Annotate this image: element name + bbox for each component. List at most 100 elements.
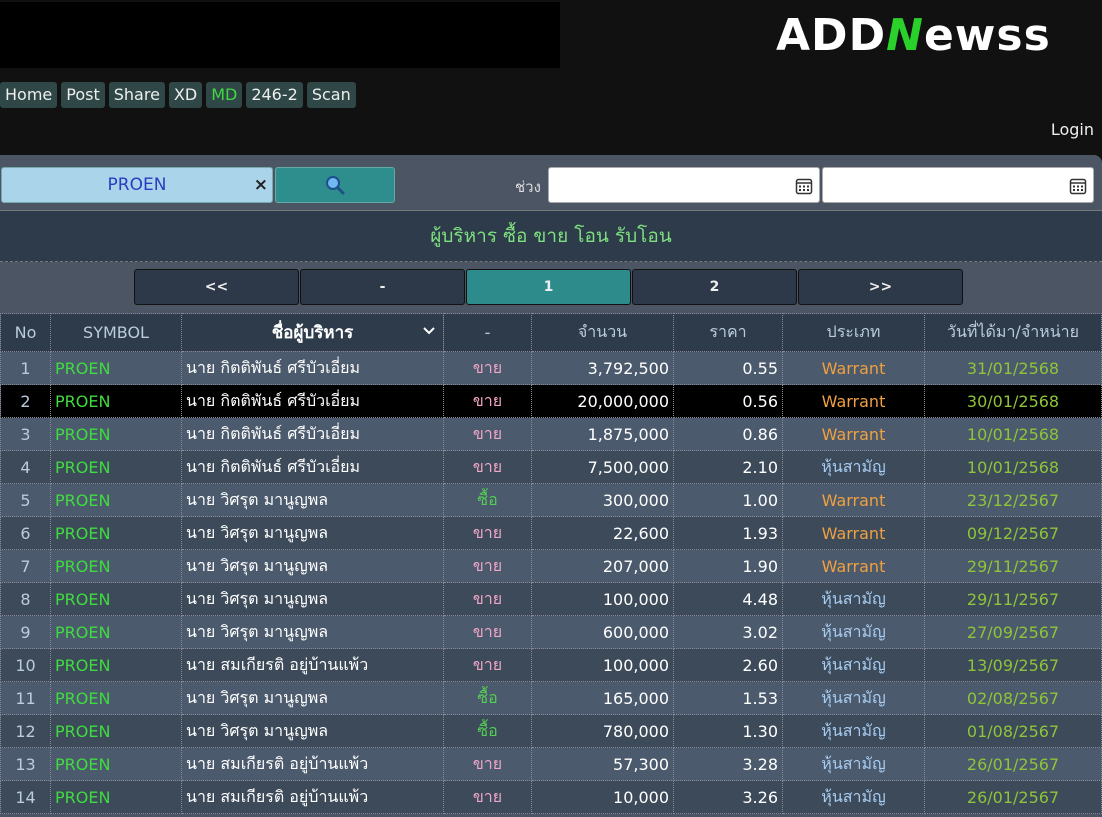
- clear-icon[interactable]: ×: [254, 175, 268, 195]
- row-type: หุ้นสามัญ: [782, 714, 925, 748]
- nav-xd[interactable]: XD: [168, 82, 203, 108]
- row-amount: 780,000: [531, 714, 674, 748]
- nav-md[interactable]: MD: [206, 82, 243, 108]
- row-executive-name: นาย กิตติพันธ์ ศรีบัวเอี่ยม: [181, 351, 444, 385]
- row-executive-name: นาย กิตติพันธ์ ศรีบัวเอี่ยม: [181, 450, 444, 484]
- row-no: 9: [0, 615, 51, 649]
- row-executive-name: นาย วิศรุต มานูญพล: [181, 549, 444, 583]
- search-value: PROEN: [107, 175, 167, 195]
- pager-page-2[interactable]: 2: [632, 269, 797, 305]
- table-row[interactable]: 11 PROEN นาย วิศรุต มานูญพล ซื้อ 165,000 1.53…: [0, 681, 1102, 715]
- row-type: หุ้นสามัญ: [782, 450, 925, 484]
- nav-share[interactable]: Share: [108, 82, 165, 108]
- nav-scan[interactable]: Scan: [306, 82, 356, 108]
- row-date: 27/09/2567: [924, 615, 1102, 649]
- row-price: 1.53: [673, 681, 783, 715]
- row-symbol: PROEN: [50, 714, 182, 748]
- row-action: ขาย: [443, 747, 532, 781]
- nav-246-2[interactable]: 246-2: [246, 82, 303, 108]
- row-action: ซื้อ: [443, 483, 532, 517]
- table-row[interactable]: 6 PROEN นาย วิศรุต มานูญพล ขาย 22,600 1.93 War…: [0, 516, 1102, 550]
- row-symbol: PROEN: [50, 747, 182, 781]
- row-type: Warrant: [782, 483, 925, 517]
- row-executive-name: นาย วิศรุต มานูญพล: [181, 516, 444, 550]
- col-action: -: [443, 313, 532, 352]
- table-row[interactable]: 9 PROEN นาย วิศรุต มานูญพล ขาย 600,000 3.02 หุ…: [0, 615, 1102, 649]
- table-row[interactable]: 1 PROEN นาย กิตติพันธ์ ศรีบัวเอี่ยม ขาย 3,79…: [0, 351, 1102, 385]
- table-row[interactable]: 10 PROEN นาย สมเกียรติ อยู่บ้านแพ้ว ขาย 100,…: [0, 648, 1102, 682]
- table-row[interactable]: 5 PROEN นาย วิศรุต มานูญพล ซื้อ 300,000 1.00 W…: [0, 483, 1102, 517]
- end-date-input[interactable]: [822, 167, 1094, 203]
- row-amount: 57,300: [531, 747, 674, 781]
- row-date: 01/08/2567: [924, 714, 1102, 748]
- row-action: ขาย: [443, 351, 532, 385]
- row-amount: 1,875,000: [531, 417, 674, 451]
- row-amount: 100,000: [531, 648, 674, 682]
- login-link[interactable]: Login: [1051, 120, 1094, 139]
- table-row[interactable]: 3 PROEN นาย กิตติพันธ์ ศรีบัวเอี่ยม ขาย 1,87…: [0, 417, 1102, 451]
- table-row[interactable]: 13 PROEN นาย สมเกียรติ อยู่บ้านแพ้ว ขาย 57,3…: [0, 747, 1102, 781]
- row-no: 6: [0, 516, 51, 550]
- row-type: หุ้นสามัญ: [782, 747, 925, 781]
- chevron-down-icon[interactable]: [421, 322, 437, 338]
- row-price: 3.02: [673, 615, 783, 649]
- row-amount: 22,600: [531, 516, 674, 550]
- row-action: ขาย: [443, 450, 532, 484]
- pager-first[interactable]: <<: [134, 269, 299, 305]
- row-action: ขาย: [443, 417, 532, 451]
- pager-page-1[interactable]: 1: [466, 269, 631, 305]
- row-action: ขาย: [443, 615, 532, 649]
- start-date-input[interactable]: [548, 167, 820, 203]
- table-body: 1 PROEN นาย กิตติพันธ์ ศรีบัวเอี่ยม ขาย 3,79…: [0, 351, 1102, 814]
- row-action: ซื้อ: [443, 681, 532, 715]
- row-no: 11: [0, 681, 51, 715]
- transactions-table: No SYMBOL ชื่อผู้บริหาร - จำนวน ราคา ประ…: [0, 313, 1102, 814]
- search-button[interactable]: [275, 167, 395, 203]
- col-type: ประเภท: [782, 313, 925, 352]
- row-executive-name: นาย กิตติพันธ์ ศรีบัวเอี่ยม: [181, 384, 444, 418]
- row-executive-name: นาย สมเกียรติ อยู่บ้านแพ้ว: [181, 747, 444, 781]
- col-executive-name[interactable]: ชื่อผู้บริหาร: [181, 313, 444, 352]
- table-row[interactable]: 12 PROEN นาย วิศรุต มานูญพล ซื้อ 780,000 1.30…: [0, 714, 1102, 748]
- table-row[interactable]: 7 PROEN นาย วิศรุต มานูญพล ขาย 207,000 1.90 Wa…: [0, 549, 1102, 583]
- nav-post[interactable]: Post: [61, 82, 105, 108]
- row-amount: 10,000: [531, 780, 674, 814]
- row-type: Warrant: [782, 417, 925, 451]
- pager-last[interactable]: >>: [798, 269, 963, 305]
- row-date: 26/01/2567: [924, 780, 1102, 814]
- pager-prev[interactable]: -: [300, 269, 465, 305]
- section-title: ผู้บริหาร ซื้อ ขาย โอน รับโอน: [0, 210, 1102, 262]
- row-date: 09/12/2567: [924, 516, 1102, 550]
- row-executive-name: นาย กิตติพันธ์ ศรีบัวเอี่ยม: [181, 417, 444, 451]
- row-executive-name: นาย วิศรุต มานูญพล: [181, 582, 444, 616]
- calendar-icon[interactable]: [1069, 177, 1087, 195]
- table-row[interactable]: 4 PROEN นาย กิตติพันธ์ ศรีบัวเอี่ยม ขาย 7,50…: [0, 450, 1102, 484]
- calendar-icon[interactable]: [795, 177, 813, 195]
- row-price: 2.60: [673, 648, 783, 682]
- table-row[interactable]: 14 PROEN นาย สมเกียรติ อยู่บ้านแพ้ว ขาย 10,0…: [0, 780, 1102, 814]
- row-date: 31/01/2568: [924, 351, 1102, 385]
- row-price: 1.90: [673, 549, 783, 583]
- col-executive-name-label: ชื่อผู้บริหาร: [271, 323, 354, 343]
- main-nav: Home Post Share XD MD 246-2 Scan: [0, 82, 356, 108]
- row-executive-name: นาย วิศรุต มานูญพล: [181, 615, 444, 649]
- row-no: 1: [0, 351, 51, 385]
- row-executive-name: นาย วิศรุต มานูญพล: [181, 483, 444, 517]
- table-row[interactable]: 8 PROEN นาย วิศรุต มานูญพล ขาย 100,000 4.48 หุ…: [0, 582, 1102, 616]
- row-date: 23/12/2567: [924, 483, 1102, 517]
- row-no: 8: [0, 582, 51, 616]
- row-no: 14: [0, 780, 51, 814]
- row-symbol: PROEN: [50, 648, 182, 682]
- col-amount: จำนวน: [531, 313, 674, 352]
- row-price: 0.86: [673, 417, 783, 451]
- row-type: Warrant: [782, 351, 925, 385]
- symbol-search-input[interactable]: PROEN ×: [1, 167, 273, 203]
- row-no: 3: [0, 417, 51, 451]
- row-executive-name: นาย สมเกียรติ อยู่บ้านแพ้ว: [181, 780, 444, 814]
- row-no: 10: [0, 648, 51, 682]
- table-row[interactable]: 2 PROEN นาย กิตติพันธ์ ศรีบัวเอี่ยม ขาย 20,0…: [0, 384, 1102, 418]
- nav-home[interactable]: Home: [0, 82, 58, 108]
- row-price: 3.28: [673, 747, 783, 781]
- site-logo[interactable]: ADD Newss: [776, 6, 1051, 64]
- logo-text-n: N: [886, 9, 924, 61]
